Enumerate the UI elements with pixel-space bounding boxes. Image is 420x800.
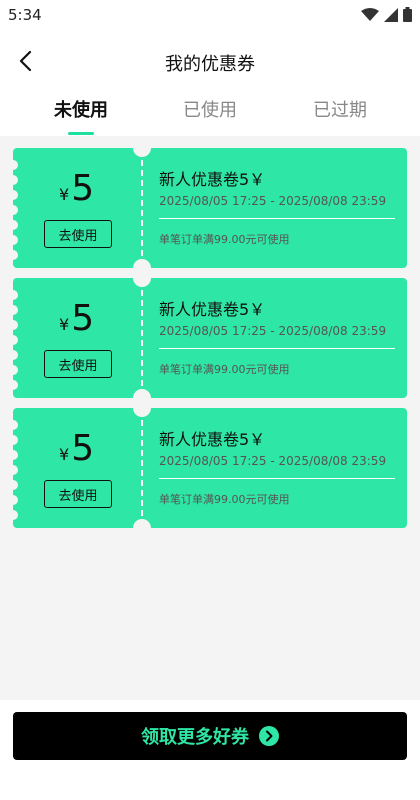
- use-coupon-button[interactable]: 去使用: [44, 480, 112, 508]
- chevron-right-icon: [259, 726, 279, 746]
- currency-symbol: ¥: [59, 185, 70, 204]
- tab-unused[interactable]: 未使用: [16, 96, 146, 122]
- status-icons: [361, 7, 412, 26]
- coupon-amount: ¥ 5: [59, 298, 94, 339]
- coupon-notch: [133, 148, 151, 157]
- coupon-notch: [133, 278, 151, 287]
- amount-value: 5: [71, 428, 95, 469]
- coupon-card: ¥ 5 去使用 新人优惠卷5￥ 2025/08/05 17:25 - 2025/…: [13, 408, 407, 528]
- coupon-separator: [159, 218, 395, 219]
- wifi-icon: [361, 7, 379, 26]
- coupon-condition: 单笔订单满99.00元可使用: [159, 233, 290, 246]
- nav-bar: 我的优惠券: [0, 40, 420, 84]
- coupon-amount: ¥ 5: [59, 168, 94, 209]
- coupon-list: ¥ 5 去使用 新人优惠卷5￥ 2025/08/05 17:25 - 2025/…: [0, 136, 420, 700]
- coupon-notch: [133, 389, 151, 398]
- tab-indicator: [68, 132, 94, 135]
- coupon-validity: 2025/08/05 17:25 - 2025/08/08 23:59: [159, 454, 387, 468]
- coupon-amount: ¥ 5: [59, 428, 94, 469]
- coupon-card: ¥ 5 去使用 新人优惠卷5￥ 2025/08/05 17:25 - 2025/…: [13, 148, 407, 268]
- amount-value: 5: [71, 168, 95, 209]
- tab-bar: 未使用 已使用 已过期: [0, 90, 420, 136]
- coupon-condition: 单笔订单满99.00元可使用: [159, 493, 290, 506]
- currency-symbol: ¥: [59, 315, 70, 334]
- get-more-coupons-label: 领取更多好券: [141, 727, 249, 748]
- amount-value: 5: [71, 298, 95, 339]
- coupon-divider: [141, 420, 143, 516]
- use-coupon-button[interactable]: 去使用: [44, 220, 112, 248]
- coupon-title: 新人优惠卷5￥: [159, 300, 266, 319]
- coupon-title: 新人优惠卷5￥: [159, 430, 266, 449]
- currency-symbol: ¥: [59, 445, 70, 464]
- page-title: 我的优惠券: [165, 54, 255, 75]
- tab-used[interactable]: 已使用: [145, 96, 275, 122]
- status-bar: 5:34: [0, 0, 420, 34]
- coupon-notch: [133, 519, 151, 528]
- status-time: 5:34: [8, 6, 42, 24]
- battery-icon: [403, 7, 412, 26]
- coupon-separator: [159, 478, 395, 479]
- coupon-validity: 2025/08/05 17:25 - 2025/08/08 23:59: [159, 324, 387, 338]
- bottom-area: 领取更多好券: [0, 700, 420, 800]
- use-coupon-button[interactable]: 去使用: [44, 350, 112, 378]
- coupon-divider: [141, 290, 143, 386]
- get-more-coupons-button[interactable]: 领取更多好券: [13, 712, 407, 760]
- coupon-notch: [133, 408, 151, 417]
- coupon-condition: 单笔订单满99.00元可使用: [159, 363, 290, 376]
- tab-expired[interactable]: 已过期: [275, 96, 405, 122]
- coupon-divider: [141, 160, 143, 256]
- signal-icon: [384, 7, 398, 26]
- coupon-validity: 2025/08/05 17:25 - 2025/08/08 23:59: [159, 194, 387, 208]
- coupon-title: 新人优惠卷5￥: [159, 170, 266, 189]
- coupon-separator: [159, 348, 395, 349]
- coupon-card: ¥ 5 去使用 新人优惠卷5￥ 2025/08/05 17:25 - 2025/…: [13, 278, 407, 398]
- coupon-notch: [133, 259, 151, 268]
